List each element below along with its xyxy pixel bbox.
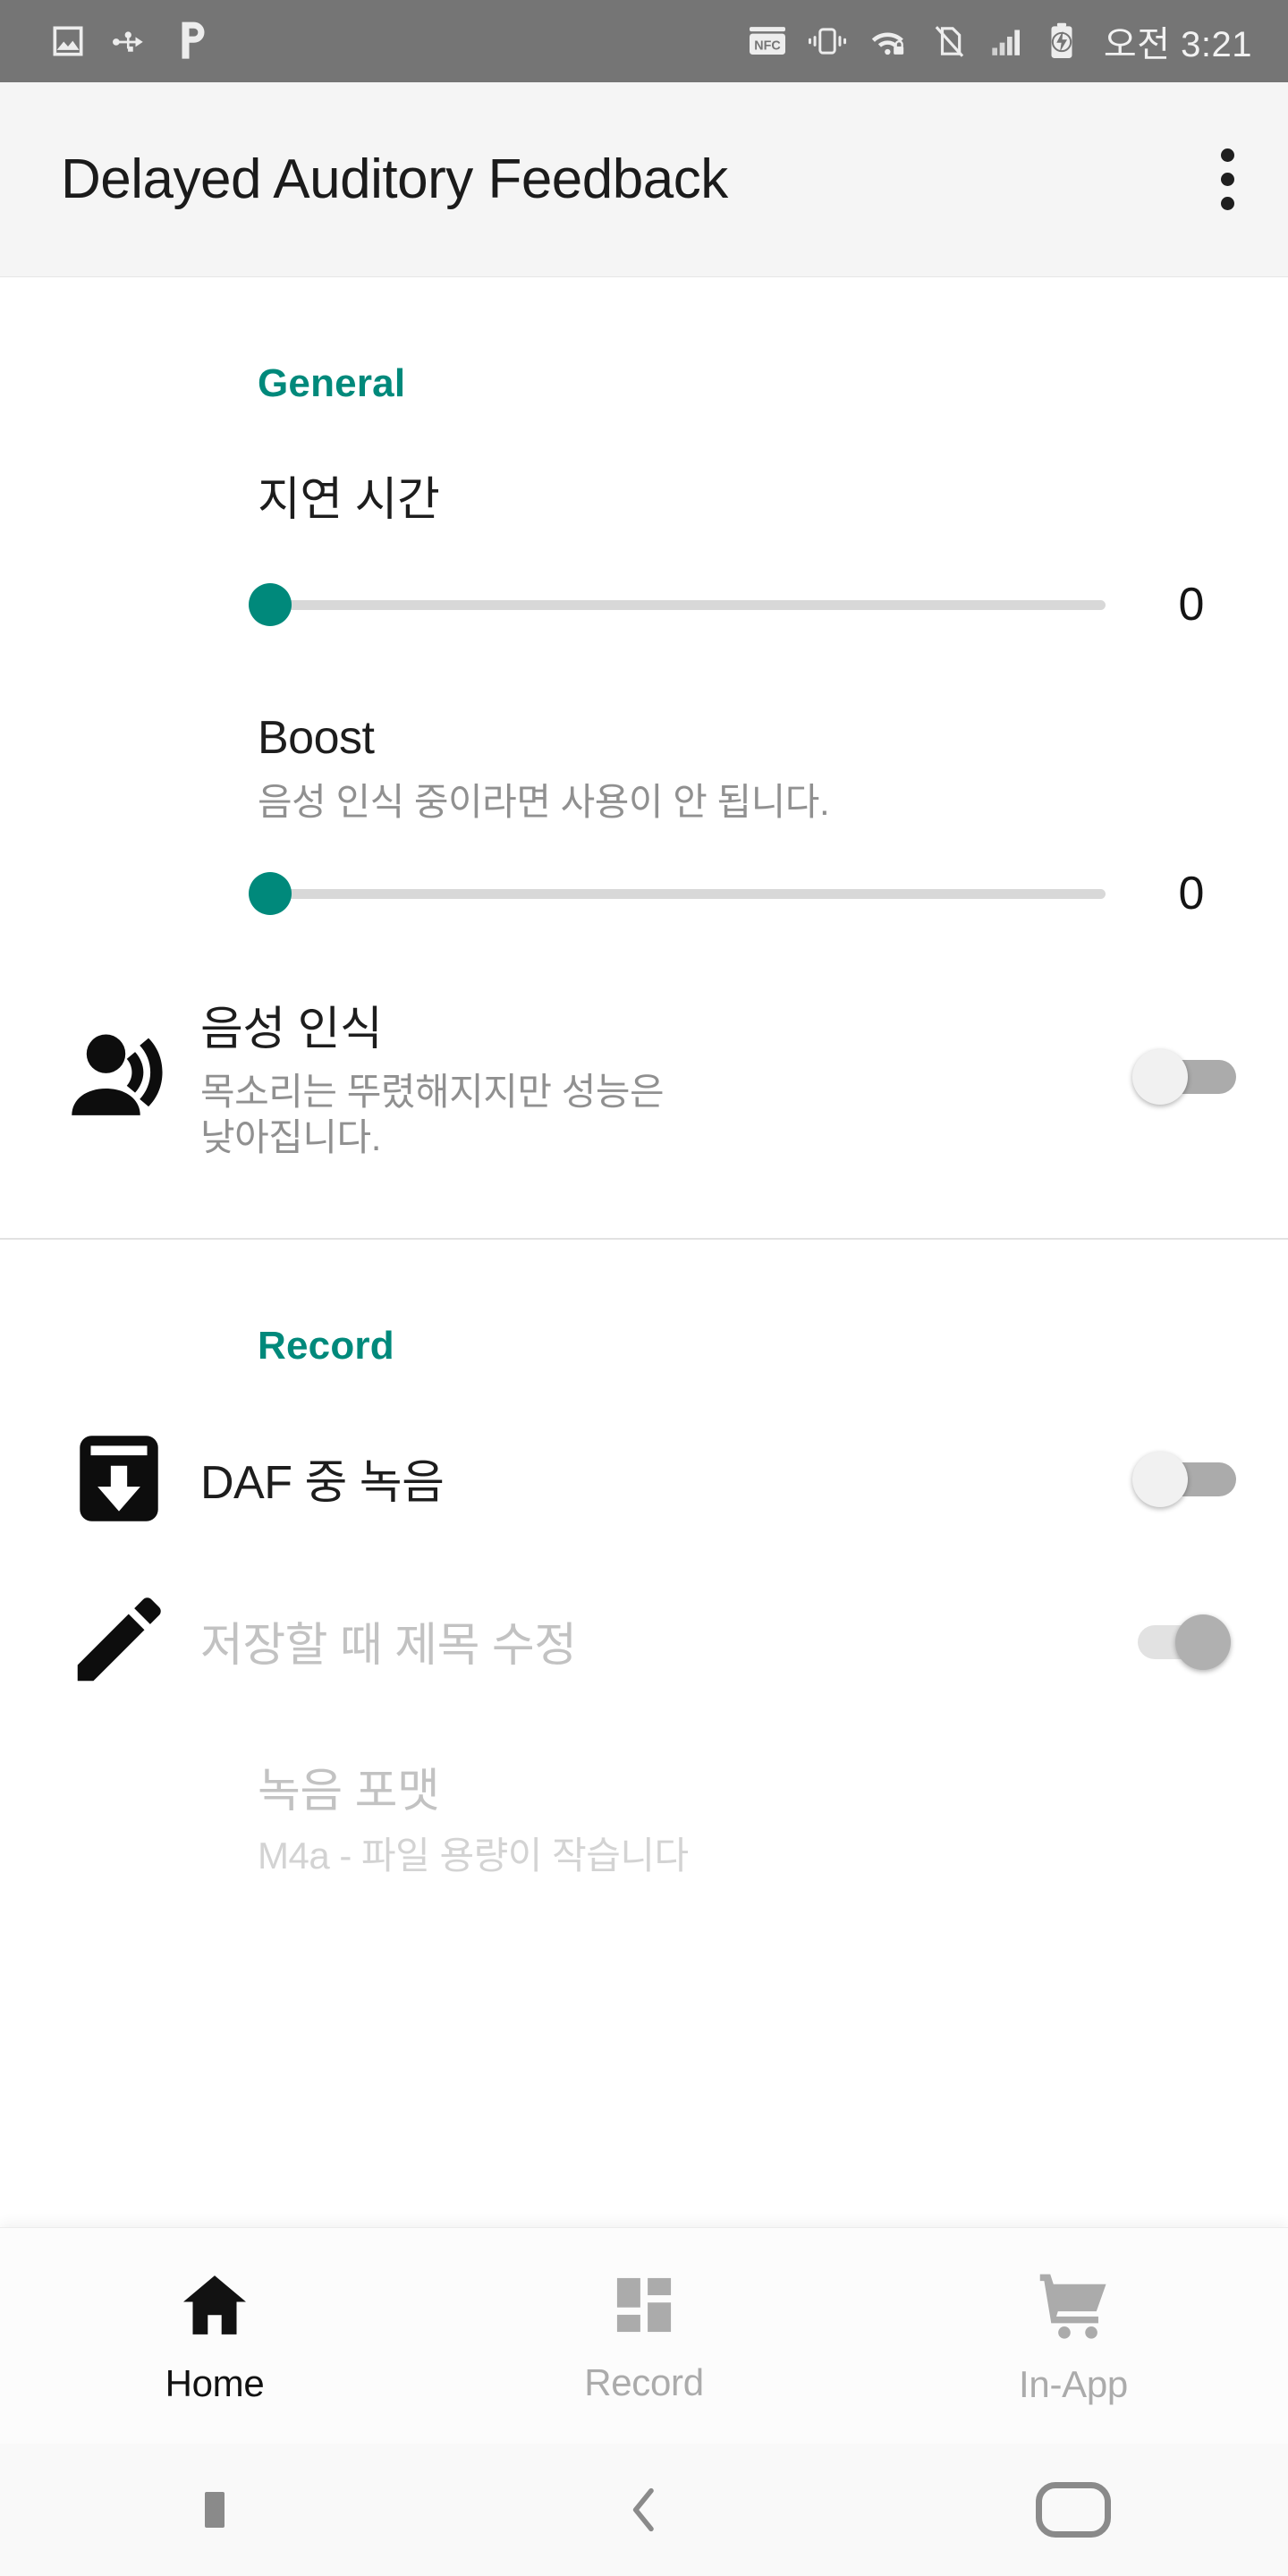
overflow-menu-icon[interactable] (1220, 148, 1234, 210)
nfc-icon: NFC (749, 27, 785, 55)
pref-boost-title: Boost (258, 712, 375, 764)
dashboard-icon (616, 2277, 672, 2332)
pref-voice-recognition-subtitle-line1: 목소리는 뚜렸해지지만 성능은 (200, 1071, 665, 1114)
edit-title-on-save-toggle[interactable] (1132, 1609, 1238, 1674)
save-download-box-icon (64, 1424, 200, 1533)
bottom-nav-item-home[interactable]: Home (0, 2228, 429, 2444)
bottom-nav-item-record[interactable]: Record (429, 2228, 859, 2444)
shopping-cart-icon (1039, 2274, 1106, 2339)
pref-delay-time-slider-row[interactable]: 0 (0, 573, 1288, 636)
wifi-lock-icon (871, 32, 904, 55)
pref-edit-title-on-save-text: 저장할 때 제목 수정 (200, 1607, 1132, 1674)
bottom-nav-label-record: Record (584, 2360, 704, 2403)
pref-delay-time[interactable]: 지연 시간 0 (0, 462, 1288, 636)
pref-record-format-subtitle: M4a - 파일 용량이 작습니다 (258, 1834, 689, 1877)
bottom-nav-item-in-app[interactable]: In-App (859, 2228, 1288, 2444)
bottom-navigation: Home Record In-App (0, 2227, 1288, 2444)
phone-screen: NFC 오전 3:21 Delayed Auditory Feedback Ge… (0, 0, 1288, 2576)
boost-value: 0 (1178, 868, 1205, 920)
system-nav-home-button[interactable] (859, 2482, 1288, 2538)
battery-charging-icon (1051, 22, 1072, 58)
record-voice-over-icon (64, 1021, 200, 1131)
pref-delay-time-title: 지연 시간 (258, 474, 440, 526)
settings-scroll-area[interactable]: General 지연 시간 0 Boost 음성 인식 중이라면 사용이 안 됩… (0, 277, 1288, 2227)
bottom-nav-label-home: Home (165, 2361, 265, 2404)
recents-square-icon (205, 2492, 225, 2528)
boost-slider-track (275, 888, 1106, 899)
pref-edit-title-on-save[interactable]: 저장할 때 제목 수정 (0, 1589, 1288, 1694)
system-nav-recents-button[interactable] (0, 2492, 429, 2528)
pref-voice-recognition[interactable]: 음성 인식 목소리는 뚜렸해지지만 성능은 낮아집니다. (0, 991, 1288, 1160)
pref-boost[interactable]: Boost 음성 인식 중이라면 사용이 안 됩니다. 0 (0, 711, 1288, 925)
delay-time-slider-track (275, 599, 1106, 610)
status-bar: NFC 오전 3:21 (0, 0, 1288, 82)
record-during-daf-toggle-thumb (1132, 1451, 1188, 1507)
section-header-record: Record (258, 1323, 394, 1368)
system-navigation-bar (0, 2444, 1288, 2576)
pref-record-during-daf-title: DAF 중 녹음 (200, 1457, 445, 1510)
pref-voice-recognition-subtitle-line2: 낮아집니다. (200, 1116, 381, 1159)
status-bar-right-icons: NFC 오전 3:21 (748, 15, 1288, 67)
voice-recognition-toggle[interactable] (1132, 1044, 1238, 1108)
no-sim-icon (935, 26, 964, 57)
usb-icon (113, 31, 143, 52)
pref-edit-title-on-save-title: 저장할 때 제목 수정 (200, 1620, 577, 1673)
section-divider (0, 1237, 1288, 1240)
delay-time-slider[interactable] (249, 573, 1148, 636)
delay-time-slider-thumb[interactable] (249, 583, 292, 626)
edit-title-on-save-toggle-thumb (1175, 1614, 1231, 1670)
pref-boost-subtitle: 음성 인식 중이라면 사용이 안 됩니다. (258, 781, 830, 823)
system-nav-back-button[interactable] (429, 2481, 859, 2538)
home-pill-icon (1036, 2482, 1111, 2538)
page-title: Delayed Auditory Feedback (61, 148, 728, 210)
back-chevron-icon (632, 2487, 654, 2532)
app-bar: Delayed Auditory Feedback (0, 82, 1288, 277)
record-during-daf-toggle[interactable] (1132, 1446, 1238, 1511)
svg-text:NFC: NFC (754, 38, 780, 53)
p-app-icon (182, 21, 205, 59)
image-icon (53, 26, 83, 56)
voice-recognition-toggle-thumb (1132, 1048, 1188, 1105)
pref-voice-recognition-text: 음성 인식 목소리는 뚜렸해지지만 성능은 낮아집니다. (200, 991, 1132, 1160)
pref-voice-recognition-title: 음성 인식 (200, 1004, 383, 1056)
bottom-nav-label-in-app: In-App (1019, 2362, 1128, 2405)
pref-boost-slider-row[interactable]: 0 (0, 862, 1288, 925)
signal-bars-icon (992, 30, 1020, 55)
section-header-general: General (258, 361, 406, 405)
pref-record-format-title: 녹음 포맷 (258, 1765, 440, 1818)
boost-slider[interactable] (249, 862, 1148, 925)
pref-record-during-daf[interactable]: DAF 중 녹음 (0, 1424, 1288, 1533)
pref-record-format[interactable]: 녹음 포맷 M4a - 파일 용량이 작습니다 (0, 1753, 1288, 1878)
delay-time-value: 0 (1178, 579, 1205, 631)
pref-record-during-daf-text: DAF 중 녹음 (200, 1445, 1132, 1512)
status-bar-clock: 오전 3:21 (1103, 25, 1252, 64)
status-bar-left-icons (0, 19, 213, 64)
edit-pencil-icon (64, 1589, 200, 1694)
boost-slider-thumb[interactable] (249, 872, 292, 916)
vibrate-icon (808, 28, 846, 55)
home-icon (183, 2275, 246, 2334)
